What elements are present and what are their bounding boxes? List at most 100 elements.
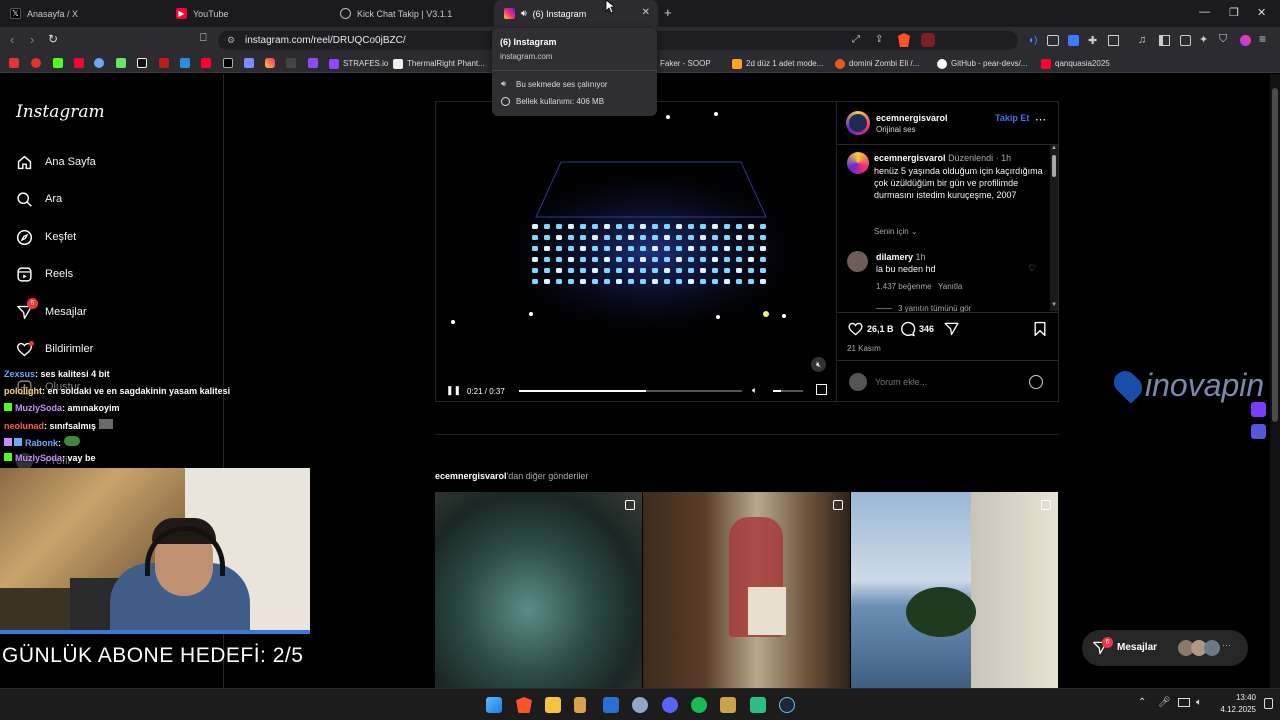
comment-icon[interactable]	[899, 321, 916, 337]
discord-icon[interactable]	[662, 697, 678, 713]
bookmark-icon[interactable]	[286, 58, 296, 68]
page-scrollbar[interactable]	[1270, 74, 1280, 688]
bookmark-icon[interactable]	[116, 58, 126, 68]
video-progress-bar[interactable]	[519, 390, 742, 392]
bookmark-2d-duz[interactable]: 2d düz 1 adet mode...	[732, 57, 823, 70]
brave-icon[interactable]	[516, 697, 532, 713]
bookmark-icon[interactable]	[180, 58, 190, 68]
comments-count[interactable]: 346	[919, 324, 934, 334]
extension-icon[interactable]	[1047, 35, 1059, 46]
bookmark-strafes[interactable]: STRAFES.io	[329, 57, 388, 70]
comment-likes[interactable]: 1.437 beğenme	[876, 282, 932, 291]
tab-instagram[interactable]: 🔊︎ (6) Instagram ✕	[494, 0, 658, 27]
close-tab-icon[interactable]: ✕	[642, 7, 650, 18]
app-icon[interactable]	[720, 697, 736, 713]
post-thumbnail[interactable]	[851, 492, 1058, 688]
pause-icon[interactable]: ❚❚	[446, 385, 461, 396]
extension-icon[interactable]	[1068, 35, 1079, 46]
bookmark-github[interactable]: GitHub - pear-devs/...	[937, 57, 1027, 70]
mute-icon[interactable]: 🔇︎	[811, 357, 826, 372]
nav-explore[interactable]: Keşfet	[16, 227, 76, 247]
bookmark-domini[interactable]: domini Zombi Eli /...	[835, 57, 919, 70]
restore-icon[interactable]: ❐	[1229, 6, 1239, 19]
twitch-icon[interactable]	[308, 58, 318, 68]
comment-input[interactable]	[875, 374, 1015, 390]
forward-icon[interactable]: ›	[30, 32, 34, 47]
tab-x[interactable]: 𝕏 Anasayfa / X	[0, 0, 166, 27]
fullscreen-icon[interactable]	[816, 384, 827, 395]
kick-icon[interactable]	[53, 58, 63, 68]
spotify-icon[interactable]	[691, 697, 707, 713]
notifications-icon[interactable]	[1264, 698, 1273, 709]
site-settings-icon[interactable]: ⚙	[227, 31, 235, 50]
caption-username[interactable]: ecemnergisvarol	[874, 153, 946, 163]
page-scrollbar-thumb[interactable]	[1272, 88, 1278, 422]
comments-scrollbar[interactable]: ▲ ▼	[1050, 145, 1058, 311]
share-icon[interactable]	[943, 321, 960, 337]
chevron-up-icon[interactable]: ⌃	[1138, 697, 1146, 708]
profile-icon[interactable]	[1240, 35, 1251, 46]
more-posts-username[interactable]: ecemnergisvarol	[435, 471, 507, 481]
extensions-puzzle-icon[interactable]: ✚	[1088, 34, 1097, 47]
bookmark-icon[interactable]	[31, 58, 41, 68]
comment-like-icon[interactable]: ♡	[1028, 263, 1036, 274]
like-icon[interactable]	[847, 321, 864, 337]
post-thumbnail[interactable]	[643, 492, 850, 688]
audio-icon[interactable]: ◖)	[1028, 35, 1037, 46]
scroll-down-icon[interactable]: ▼	[1051, 302, 1057, 308]
x-logo-icon[interactable]	[223, 58, 233, 68]
pickaxe-icon[interactable]	[574, 697, 586, 713]
scrollbar-thumb[interactable]	[1052, 155, 1056, 177]
nav-notifications[interactable]: Bildirimler	[16, 339, 93, 359]
open-external-icon[interactable]: ⤢	[852, 34, 860, 45]
windows-start-icon[interactable]	[486, 697, 502, 713]
clock-date[interactable]: 4.12.2025	[1208, 705, 1256, 714]
bookmark-icon[interactable]	[159, 58, 169, 68]
instagram-icon[interactable]	[265, 58, 275, 68]
follow-button[interactable]: Takip Et	[995, 113, 1029, 123]
share-icon[interactable]: ⇪	[875, 34, 883, 45]
bookmark-qanquasia[interactable]: qanquasia2025	[1041, 57, 1110, 70]
photos-icon[interactable]	[603, 697, 619, 713]
bookmark-icon[interactable]: ⎕	[200, 32, 207, 45]
volume-slider[interactable]	[773, 390, 803, 392]
reel-video[interactable]: 🔇︎ ❚❚ 0:21 / 0:37 🔈︎	[436, 102, 836, 401]
tiktok-icon[interactable]	[137, 58, 147, 68]
settings-icon[interactable]	[632, 697, 648, 713]
reply-button[interactable]: Yanıtla	[938, 282, 962, 291]
monitor-icon[interactable]	[1178, 698, 1190, 707]
back-icon[interactable]: ‹	[10, 32, 14, 47]
translation-toggle[interactable]: Senin için ⌄	[874, 227, 918, 236]
commenter-avatar[interactable]	[847, 251, 868, 272]
sidebar-toggle-icon[interactable]	[1159, 35, 1170, 46]
nav-reels[interactable]: Reels	[16, 264, 73, 284]
ai-sparkle-icon[interactable]: ✦	[1199, 33, 1208, 46]
more-options-icon[interactable]: ⋯	[1035, 113, 1046, 126]
emoji-icon[interactable]	[1029, 375, 1043, 389]
nav-messages[interactable]: 6 Mesajlar	[16, 298, 87, 322]
music-icon[interactable]: ♫	[1138, 34, 1146, 46]
bookmark-faker-soop[interactable]: Faker - SOOP	[660, 57, 711, 70]
vpn-icon[interactable]: ⛉	[1219, 33, 1227, 46]
app-icon[interactable]	[750, 697, 766, 713]
close-window-icon[interactable]: ✕	[1257, 6, 1266, 19]
menu-icon[interactable]: ≡	[1259, 32, 1266, 46]
post-thumbnail[interactable]	[435, 492, 642, 688]
tab-youtube[interactable]: ▶ YouTube	[166, 0, 332, 27]
nav-search[interactable]: Ara	[16, 189, 62, 209]
audio-label[interactable]: Orijinal ses	[876, 125, 916, 134]
extension-icon[interactable]	[1251, 424, 1266, 439]
extension-icon[interactable]	[1108, 35, 1119, 46]
bookmark-thermalright[interactable]: ThermalRight Phant...	[393, 57, 485, 70]
caption-avatar[interactable]	[847, 152, 869, 174]
volume-icon[interactable]: 🔈︎	[752, 385, 757, 396]
new-tab-button[interactable]: +	[664, 5, 672, 20]
messages-floating-button[interactable]: 6 Mesajlar ⋯	[1082, 630, 1248, 666]
scroll-up-icon[interactable]: ▲	[1051, 145, 1057, 151]
microphone-icon[interactable]: 🎤︎	[1158, 697, 1171, 708]
file-explorer-icon[interactable]	[545, 697, 561, 713]
author-username[interactable]: ecemnergisvarol	[876, 113, 948, 123]
extension-icon[interactable]	[1251, 402, 1266, 417]
bookmark-icon[interactable]	[94, 58, 104, 68]
youtube-icon[interactable]	[201, 58, 211, 68]
